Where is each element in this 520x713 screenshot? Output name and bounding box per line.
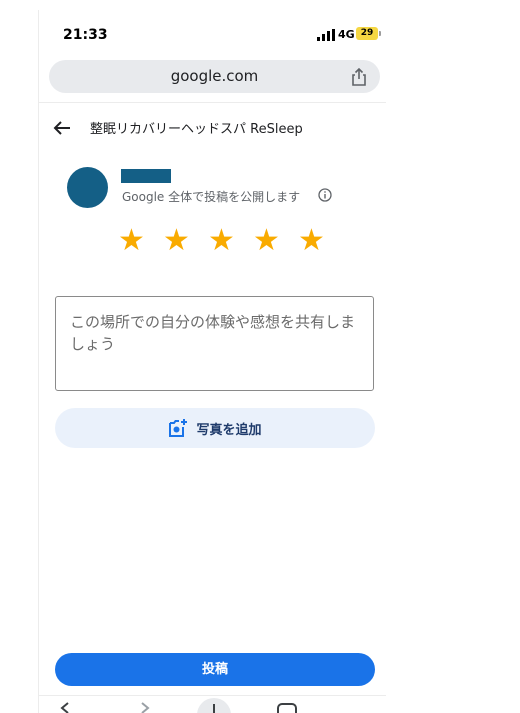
review-placeholder: この場所での自分の体験や感想を共有しましょう <box>70 313 356 353</box>
share-icon[interactable] <box>350 68 368 86</box>
status-time: 21:33 <box>63 27 108 43</box>
star-2-icon[interactable]: ★ <box>154 224 199 258</box>
star-1-icon[interactable]: ★ <box>109 224 154 258</box>
star-rating[interactable]: ★ ★ ★ ★ ★ <box>109 224 334 258</box>
star-5-icon[interactable]: ★ <box>289 224 334 258</box>
nav-back-icon[interactable] <box>59 702 71 713</box>
place-title: 整眠リカバリーヘッドスパ ReSleep <box>90 122 303 137</box>
user-name-redacted <box>121 169 171 183</box>
info-icon[interactable] <box>318 188 332 202</box>
battery-icon: 29 <box>356 27 381 40</box>
divider <box>39 102 386 103</box>
network-label: 4G <box>338 28 355 41</box>
phone-screen: 21:33 4G 29 google.com 整眠リカバリーヘッドスパ ReSl… <box>38 10 386 713</box>
review-textarea[interactable]: この場所での自分の体験や感想を共有しましょう <box>55 296 374 391</box>
new-tab-icon[interactable] <box>197 698 231 713</box>
signal-icon <box>317 29 335 41</box>
url-text[interactable]: google.com <box>49 60 380 93</box>
status-bar: 21:33 4G 29 <box>39 10 386 58</box>
avatar <box>67 167 108 208</box>
url-bar[interactable]: google.com <box>49 60 380 93</box>
star-4-icon[interactable]: ★ <box>244 224 289 258</box>
add-photo-button[interactable]: 写真を追加 <box>55 408 375 448</box>
star-3-icon[interactable]: ★ <box>199 224 244 258</box>
bottom-nav <box>39 696 386 713</box>
back-arrow-icon[interactable] <box>53 120 71 136</box>
post-button[interactable]: 投稿 <box>55 653 375 686</box>
add-photo-label: 写真を追加 <box>196 422 262 438</box>
tabs-icon[interactable] <box>277 703 297 713</box>
nav-forward-icon[interactable] <box>139 702 151 713</box>
publish-note: Google 全体で投稿を公開します <box>122 190 301 204</box>
add-photo-icon <box>169 419 188 437</box>
